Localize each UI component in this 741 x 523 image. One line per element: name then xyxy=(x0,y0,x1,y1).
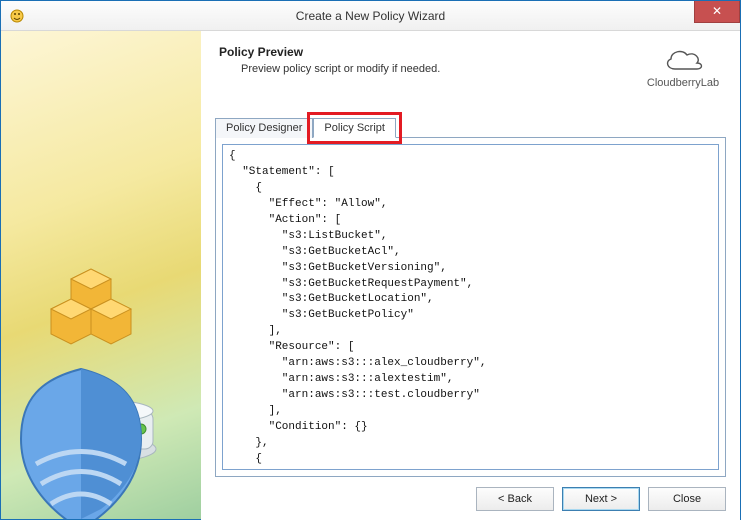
page-title: Policy Preview xyxy=(219,45,644,59)
wizard-sidebar xyxy=(1,31,201,519)
brand-name: CloudberryLab xyxy=(647,77,719,89)
tab-policy-designer[interactable]: Policy Designer xyxy=(215,118,313,138)
titlebar: Create a New Policy Wizard ✕ xyxy=(1,1,740,31)
wizard-header: Policy Preview Preview policy script or … xyxy=(201,31,740,97)
close-button[interactable]: Close xyxy=(648,487,726,511)
app-icon xyxy=(9,8,25,24)
window-title: Create a New Policy Wizard xyxy=(296,9,445,23)
content-area: Policy Preview Preview policy script or … xyxy=(1,31,740,519)
wizard-footer: < Back Next > Close xyxy=(201,477,740,523)
close-icon: ✕ xyxy=(712,4,722,18)
tabs-container: Policy Designer Policy Script { "Stateme… xyxy=(215,117,726,477)
brand-logo: CloudberryLab xyxy=(644,45,722,89)
policy-script-textarea[interactable]: { "Statement": [ { "Effect": "Allow", "A… xyxy=(222,144,719,470)
tab-panel: { "Statement": [ { "Effect": "Allow", "A… xyxy=(215,137,726,477)
window-close-button[interactable]: ✕ xyxy=(694,1,740,23)
tab-row: Policy Designer Policy Script xyxy=(215,117,726,137)
next-button[interactable]: Next > xyxy=(562,487,640,511)
tab-policy-script[interactable]: Policy Script xyxy=(313,118,396,138)
cloud-icon xyxy=(661,45,705,75)
sidebar-illustration xyxy=(1,219,201,519)
page-subtitle: Preview policy script or modify if neede… xyxy=(241,63,644,75)
back-button[interactable]: < Back xyxy=(476,487,554,511)
wizard-main: Policy Preview Preview policy script or … xyxy=(201,31,740,519)
